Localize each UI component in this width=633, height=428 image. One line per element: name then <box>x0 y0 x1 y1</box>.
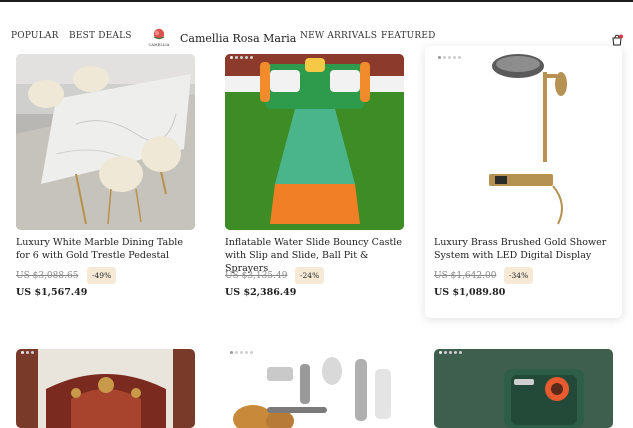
product-image[interactable] <box>433 54 612 230</box>
image-carousel-dots[interactable] <box>439 351 462 354</box>
discount-badge: -49% <box>87 267 117 284</box>
sale-price: US $1,089.80 <box>434 287 506 298</box>
original-price: US $3,088.65 <box>16 271 79 281</box>
product-card[interactable]: Luxury White Marble Dining Table for 6 w… <box>16 54 210 304</box>
brand-name: Camellia Rosa Maria <box>180 31 297 45</box>
product-image[interactable] <box>225 349 404 428</box>
image-carousel-dots[interactable] <box>438 56 461 59</box>
discount-badge: -24% <box>295 267 325 284</box>
original-price: US $3,135.49 <box>225 271 288 281</box>
shopping-bag-icon[interactable] <box>611 31 623 46</box>
product-card-highlighted[interactable]: Luxury Brass Brushed Gold Shower System … <box>425 46 622 318</box>
product-card[interactable]: Inflatable Water Slide Bouncy Castle wit… <box>225 54 419 304</box>
brand[interactable]: CAMELLIA Camellia Rosa Maria <box>146 25 296 51</box>
image-carousel-dots[interactable] <box>230 56 253 59</box>
product-card[interactable] <box>16 349 210 428</box>
sale-price: US $2,386.49 <box>225 287 297 298</box>
product-image[interactable] <box>16 54 195 230</box>
product-image[interactable] <box>16 349 195 428</box>
brand-logo-icon: CAMELLIA <box>146 26 172 50</box>
nav-best-deals[interactable]: BEST DEALS <box>69 31 132 41</box>
sale-price: US $1,567.49 <box>16 287 88 298</box>
product-image[interactable] <box>434 349 613 428</box>
brand-logo-text: CAMELLIA <box>148 43 170 47</box>
nav-new-arrivals[interactable]: NEW ARRIVALS <box>300 31 377 41</box>
discount-badge: -34% <box>504 267 534 284</box>
product-title[interactable]: Luxury White Marble Dining Table for 6 w… <box>16 236 196 262</box>
product-image[interactable] <box>225 54 404 230</box>
product-title[interactable]: Luxury Brass Brushed Gold Shower System … <box>434 236 614 262</box>
image-carousel-dots[interactable] <box>21 351 34 354</box>
product-card[interactable] <box>225 349 419 428</box>
nav-featured[interactable]: FEATURED <box>381 31 436 41</box>
original-price: US $1,642.00 <box>434 271 497 281</box>
top-border <box>0 0 633 2</box>
product-card[interactable] <box>434 349 628 428</box>
nav-popular[interactable]: POPULAR <box>11 31 59 41</box>
image-carousel-dots[interactable] <box>230 351 253 354</box>
